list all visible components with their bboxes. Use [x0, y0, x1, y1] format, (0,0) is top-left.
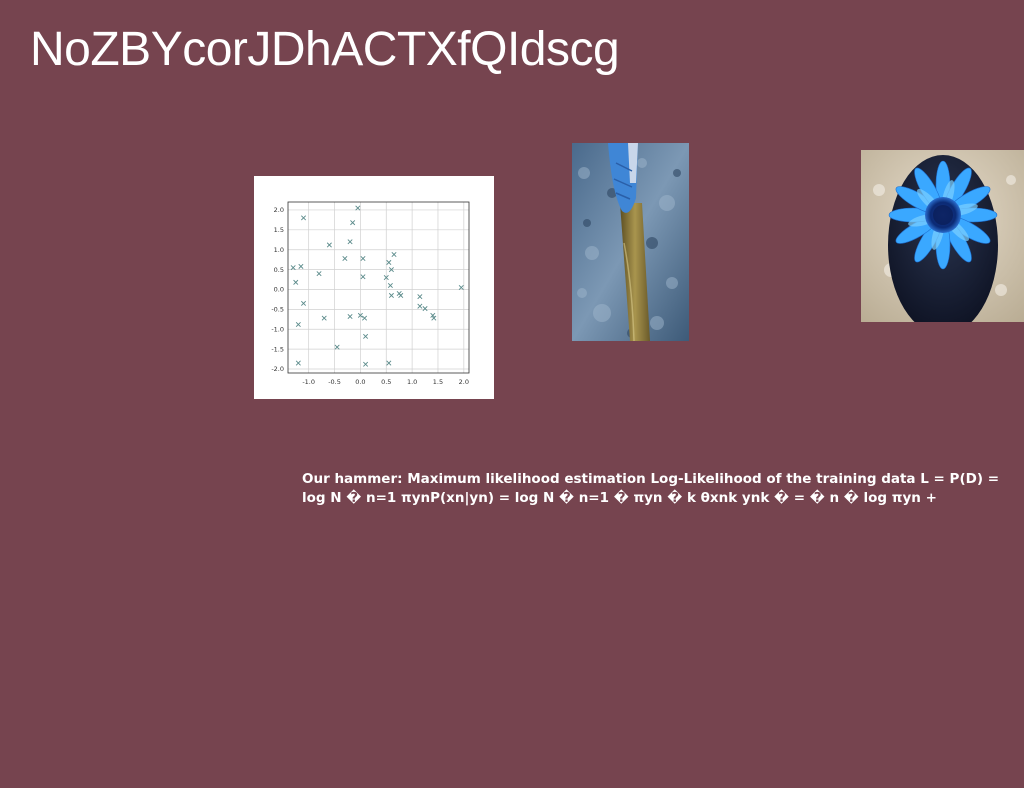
scatter-point [362, 315, 368, 321]
scatter-point [355, 205, 361, 211]
blue-sunflower-photo [861, 150, 1024, 322]
scatter-point [350, 220, 356, 226]
scatter-point [417, 294, 423, 300]
y-tick-label: 0.0 [274, 286, 284, 294]
scatter-point [360, 274, 366, 280]
scatter-point [391, 251, 397, 258]
x-tick-label: 0.5 [381, 378, 391, 386]
scatter-point [326, 242, 332, 248]
scatter-point [360, 255, 366, 261]
scatter-point [386, 259, 392, 265]
scatter-plot: -1.0 -0.5 0.0 0.5 1.0 1.5 2.0 2.0 1.5 1.0 0.5 0.0 -0… [271, 201, 470, 386]
x-tick-label: -0.5 [328, 378, 341, 386]
y-tick-label: 1.0 [274, 246, 284, 254]
y-tick-label: 1.5 [274, 226, 284, 234]
scatter-point [422, 306, 428, 312]
tick-labels: -1.0 -0.5 0.0 0.5 1.0 1.5 2.0 2.0 1.5 1.0 0.5 0.0 -0… [271, 206, 469, 386]
y-tick-label: 0.5 [274, 266, 284, 274]
scatter-point [300, 215, 307, 221]
y-tick-label: -2.0 [271, 365, 284, 373]
baseball-bat-photo [572, 143, 689, 341]
scatter-point [386, 360, 392, 366]
scatter-point [298, 263, 304, 269]
scatter-point [321, 315, 327, 321]
x-tick-label: 2.0 [459, 378, 469, 386]
scatter-point [398, 292, 404, 298]
scatter-point [290, 265, 296, 271]
slide-caption: Our hammer: Maximum likelihood estimatio… [302, 471, 1000, 506]
x-tick-label: 1.5 [433, 378, 443, 386]
y-tick-label: -1.5 [271, 345, 284, 353]
y-tick-label: 2.0 [274, 206, 284, 214]
scatter-point [334, 344, 340, 350]
x-tick-label: -1.0 [302, 378, 315, 386]
scatter-plot-image: -1.0 -0.5 0.0 0.5 1.0 1.5 2.0 2.0 1.5 1.0 0.5 0.0 -0… [254, 176, 494, 399]
scatter-point [347, 239, 353, 245]
scatter-point [293, 279, 299, 285]
scatter-point [342, 255, 348, 261]
y-tick-label: -1.0 [271, 325, 284, 333]
scatter-point [316, 271, 322, 277]
scatter-point [417, 303, 423, 309]
scatter-point [295, 360, 301, 366]
scatter-point [388, 292, 394, 298]
scatter-point [363, 361, 369, 367]
scatter-point [458, 284, 464, 291]
scatter-point [347, 314, 353, 320]
plot-frame [287, 201, 470, 374]
scatter-point [295, 321, 301, 328]
plot-grid [288, 202, 469, 373]
slide-title: NoZBYcorJDhACTXfQIdscg [30, 23, 620, 76]
scatter-point [363, 333, 369, 339]
x-tick-label: 0.0 [355, 378, 365, 386]
scatter-point [387, 282, 393, 289]
y-tick-label: -0.5 [271, 306, 284, 314]
scatter-point [300, 300, 307, 306]
x-tick-label: 1.0 [407, 378, 417, 386]
